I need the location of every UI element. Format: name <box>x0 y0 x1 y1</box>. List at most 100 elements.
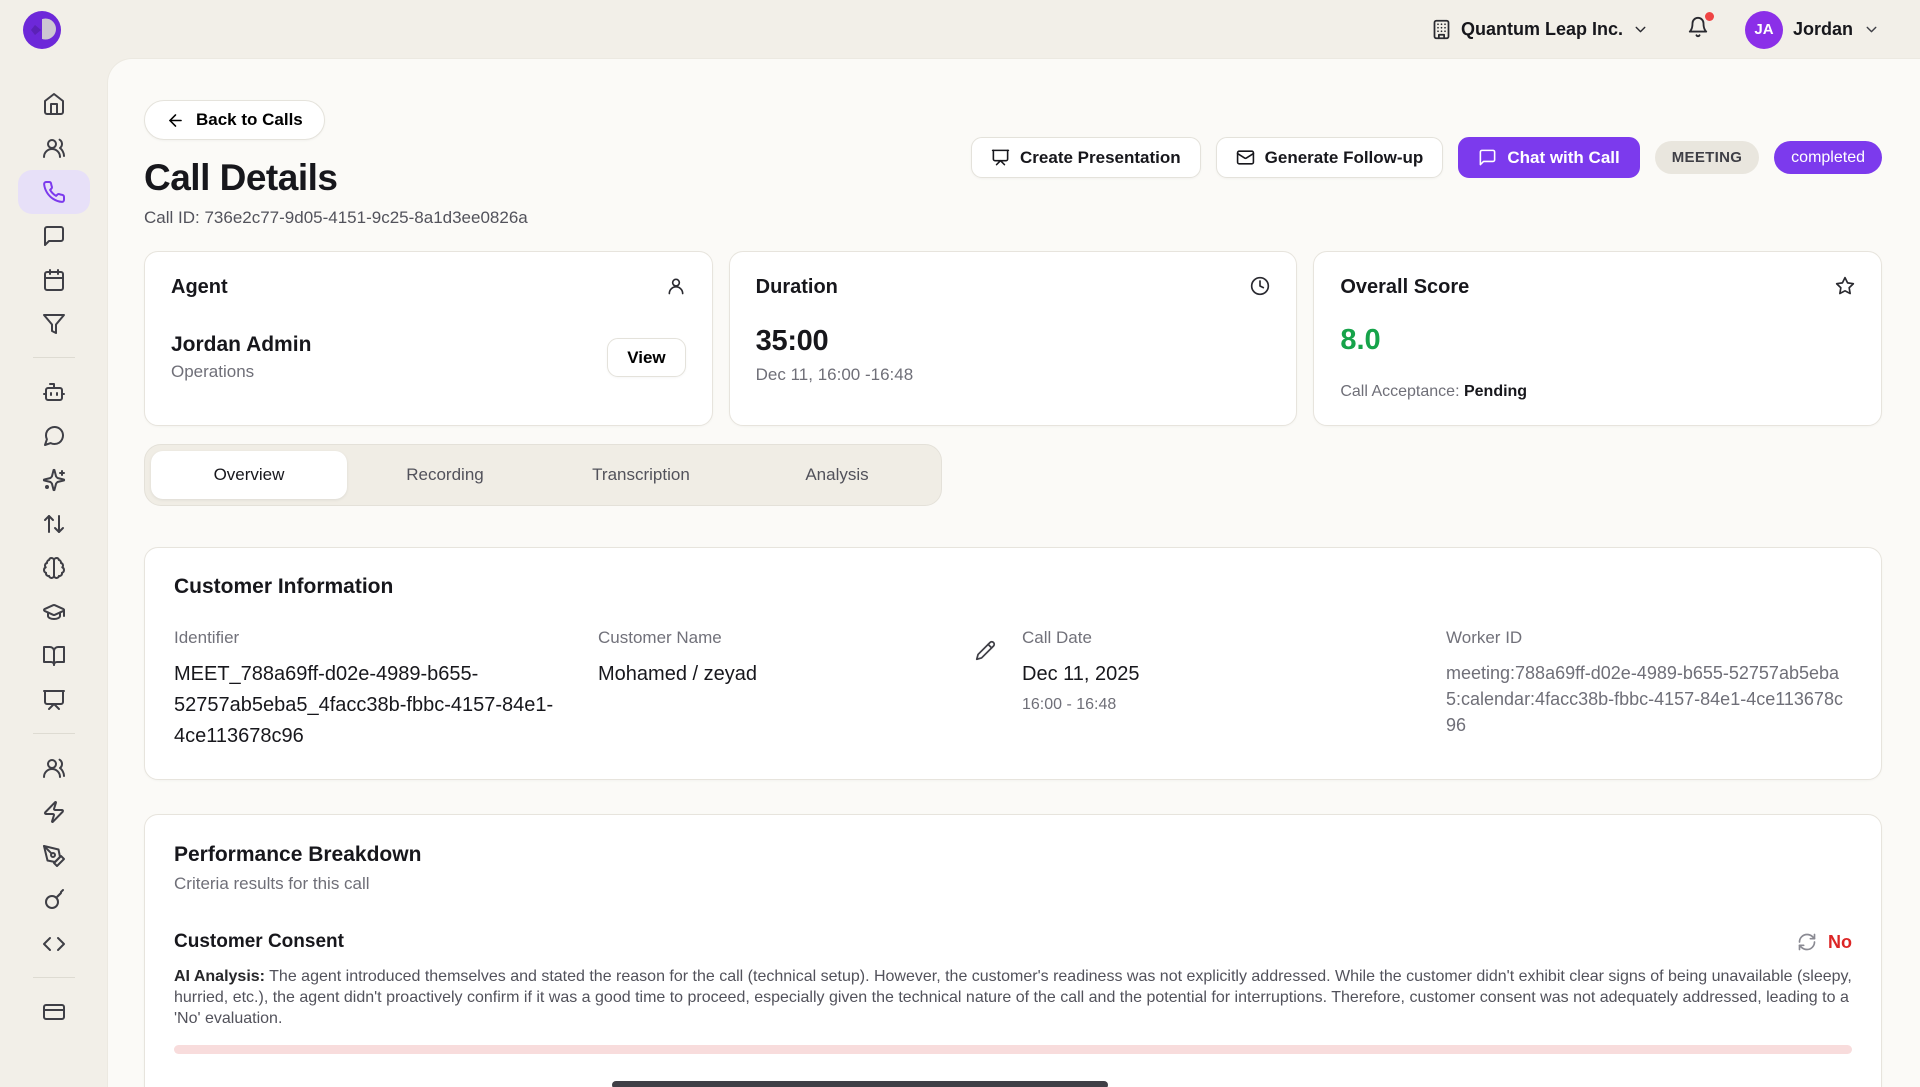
sidebar-item-billing[interactable] <box>18 990 90 1034</box>
chevron-down-icon <box>1632 21 1649 38</box>
generate-followup-label: Generate Follow-up <box>1265 148 1424 168</box>
criterion-analysis: AI Analysis: The agent introduced themse… <box>174 966 1852 1029</box>
key-icon <box>42 888 66 912</box>
meeting-badge: MEETING <box>1655 141 1759 174</box>
sidebar-divider <box>33 357 75 358</box>
duration-range: Dec 11, 16:00 -16:48 <box>756 365 1271 385</box>
tab-recording[interactable]: Recording <box>347 451 543 499</box>
sidebar-item-knowledge[interactable] <box>18 634 90 678</box>
arrow-left-icon <box>166 111 185 130</box>
user-name: Jordan <box>1793 19 1853 40</box>
credit-card-icon <box>42 1000 66 1024</box>
sidebar-item-training[interactable] <box>18 590 90 634</box>
performance-subtitle: Criteria results for this call <box>174 874 1852 894</box>
criterion-score-bar <box>174 1045 1852 1054</box>
page-title: Call Details <box>144 157 528 199</box>
top-bar: Quantum Leap Inc. JA Jordan <box>0 0 1920 59</box>
sidebar-item-ai[interactable] <box>18 458 90 502</box>
customer-information-card: Customer Information Identifier MEET_788… <box>144 547 1882 780</box>
edit-customer-name-button[interactable] <box>975 640 996 664</box>
sidebar-item-transfers[interactable] <box>18 502 90 546</box>
identifier-field: Identifier MEET_788a69ff-d02e-4989-b655-… <box>174 628 580 752</box>
ai-analysis-label: AI Analysis: <box>174 968 265 985</box>
home-icon <box>42 92 66 116</box>
clock-icon <box>1250 276 1270 296</box>
notifications-button[interactable] <box>1687 16 1709 43</box>
users-icon <box>42 136 66 160</box>
tab-transcription[interactable]: Transcription <box>543 451 739 499</box>
sidebar-item-chat[interactable] <box>18 414 90 458</box>
graduation-cap-icon <box>42 600 66 624</box>
org-name: Quantum Leap Inc. <box>1461 19 1623 40</box>
sidebar-item-contacts[interactable] <box>18 126 90 170</box>
call-id: Call ID: 736e2c77-9d05-4151-9c25-8a1d3ee… <box>144 208 528 228</box>
performance-title: Performance Breakdown <box>174 843 1852 867</box>
generate-followup-button[interactable]: Generate Follow-up <box>1216 137 1444 178</box>
org-switcher[interactable]: Quantum Leap Inc. <box>1431 19 1649 40</box>
call-acceptance-label: Call Acceptance: <box>1340 383 1459 400</box>
identifier-label: Identifier <box>174 628 580 648</box>
sidebar-item-design[interactable] <box>18 834 90 878</box>
back-to-calls-button[interactable]: Back to Calls <box>144 100 325 140</box>
pencil-icon <box>975 640 996 661</box>
app-root: Quantum Leap Inc. JA Jordan <box>0 0 1920 1087</box>
sidebar-item-calls[interactable] <box>18 170 90 214</box>
refresh-icon <box>1797 932 1817 952</box>
sidebar-item-messages[interactable] <box>18 214 90 258</box>
sidebar-item-presentations[interactable] <box>18 678 90 722</box>
sidebar-item-team[interactable] <box>18 746 90 790</box>
sparkles-icon <box>42 468 66 492</box>
agent-card-title: Agent <box>171 276 228 299</box>
chevron-down-icon <box>1863 21 1880 38</box>
header-actions: Create Presentation Generate Follow-up C… <box>971 137 1882 178</box>
mail-icon <box>1236 148 1255 167</box>
sidebar-item-filters[interactable] <box>18 302 90 346</box>
sidebar-nav <box>0 59 108 1087</box>
detail-tabs: Overview Recording Transcription Analysi… <box>144 444 942 506</box>
worker-id-label: Worker ID <box>1446 628 1852 648</box>
notification-dot <box>1705 12 1714 21</box>
call-acceptance: Call Acceptance: Pending <box>1340 383 1855 401</box>
sidebar-item-automations[interactable] <box>18 790 90 834</box>
create-presentation-button[interactable]: Create Presentation <box>971 137 1201 178</box>
partial-bottom-bar <box>612 1081 1108 1087</box>
criterion-customer-consent: Customer Consent No AI Analysis: The age… <box>174 931 1852 1054</box>
score-card-title: Overall Score <box>1340 276 1469 299</box>
customer-name-field: Customer Name Mohamed / zeyad <box>598 628 1004 752</box>
sidebar-item-calendar[interactable] <box>18 258 90 302</box>
view-agent-button[interactable]: View <box>607 338 685 377</box>
customer-name-value: Mohamed / zeyad <box>598 659 757 690</box>
sidebar-divider <box>33 733 75 734</box>
create-presentation-label: Create Presentation <box>1020 148 1181 168</box>
sidebar-item-access[interactable] <box>18 878 90 922</box>
logo-icon <box>22 10 62 50</box>
refresh-criterion-button[interactable] <box>1797 932 1817 952</box>
duration-card-title: Duration <box>756 276 838 299</box>
calendar-icon <box>42 268 66 292</box>
call-acceptance-value: Pending <box>1464 383 1527 400</box>
chat-with-call-button[interactable]: Chat with Call <box>1458 137 1639 178</box>
status-badge: completed <box>1774 141 1882 174</box>
message-circle-icon <box>42 424 66 448</box>
summary-cards: Agent Jordan Admin Operations View Durat… <box>144 251 1882 426</box>
customer-name-label: Customer Name <box>598 628 757 648</box>
sidebar-item-developer[interactable] <box>18 922 90 966</box>
identifier-value: MEET_788a69ff-d02e-4989-b655-52757ab5eba… <box>174 659 580 752</box>
agent-name: Jordan Admin <box>171 333 311 357</box>
call-time-value: 16:00 - 16:48 <box>1022 696 1428 714</box>
call-date-value: Dec 11, 2025 <box>1022 659 1428 690</box>
worker-id-field: Worker ID meeting:788a69ff-d02e-4989-b65… <box>1446 628 1852 752</box>
sidebar-item-home[interactable] <box>18 82 90 126</box>
sidebar-item-intelligence[interactable] <box>18 546 90 590</box>
app-logo[interactable] <box>22 10 62 50</box>
user-menu[interactable]: JA Jordan <box>1745 11 1880 49</box>
tab-overview[interactable]: Overview <box>151 451 347 499</box>
score-value: 8.0 <box>1340 324 1855 357</box>
zap-icon <box>42 800 66 824</box>
message-square-icon <box>1478 148 1497 167</box>
presentation-icon <box>42 688 66 712</box>
arrows-up-down-icon <box>42 512 66 536</box>
sidebar-item-bot[interactable] <box>18 370 90 414</box>
tab-analysis[interactable]: Analysis <box>739 451 935 499</box>
duration-card: Duration 35:00 Dec 11, 16:00 -16:48 <box>729 251 1298 426</box>
